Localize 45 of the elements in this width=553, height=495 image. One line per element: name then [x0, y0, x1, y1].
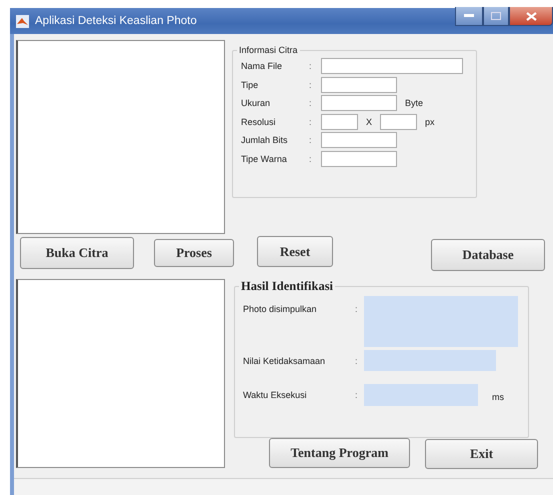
colon: : — [355, 390, 359, 400]
close-icon — [526, 12, 536, 20]
field-label: Nilai Ketidaksamaan — [243, 356, 326, 366]
field-label: Tipe Warna — [241, 154, 288, 164]
field-label: Ukuran — [241, 98, 272, 108]
action-button[interactable]: Proses — [154, 239, 234, 267]
input-field[interactable] — [321, 58, 463, 74]
action-button[interactable]: Database — [431, 239, 545, 271]
field-label: Nama File — [241, 61, 284, 72]
action-button[interactable]: Reset — [257, 236, 333, 267]
field-label: Tipe — [241, 80, 260, 90]
action-button[interactable]: Exit — [425, 439, 538, 469]
input-field[interactable] — [380, 114, 418, 130]
field-label: Jumlah Bits — [241, 135, 289, 146]
colon: : — [309, 135, 313, 146]
input-field[interactable] — [321, 114, 358, 130]
colon: : — [309, 154, 313, 164]
maximize-button[interactable] — [483, 7, 509, 26]
minimize-icon — [464, 14, 474, 18]
field-label: Resolusi — [241, 116, 277, 127]
colon: : — [355, 356, 359, 366]
field-label: Photo disimpulkan — [243, 304, 318, 314]
colon: : — [309, 61, 313, 72]
input-field[interactable] — [321, 150, 397, 167]
input-field[interactable] — [321, 132, 397, 148]
window-title: Aplikasi Deteksi Keaslian Photo — [35, 15, 198, 27]
field-label: Waktu Eksekusi — [243, 390, 308, 400]
unit-label: px — [425, 116, 435, 127]
colon: : — [309, 116, 313, 127]
maximize-icon — [491, 12, 501, 20]
input-field[interactable] — [321, 76, 397, 93]
close-button[interactable] — [509, 7, 553, 26]
colon: : — [309, 98, 313, 108]
action-button[interactable]: Buka Citra — [20, 237, 134, 269]
app-icon — [16, 14, 29, 28]
separator: X — [366, 116, 372, 127]
minimize-button[interactable] — [455, 7, 483, 26]
colon: : — [309, 80, 313, 90]
action-button[interactable]: Tentang Program — [269, 438, 410, 468]
unit-label: Byte — [405, 98, 424, 108]
panel-title: Hasil Identifikasi — [240, 279, 334, 294]
unit-label: ms — [492, 392, 504, 402]
panel-title: Informasi Citra — [238, 45, 299, 55]
colon: : — [355, 304, 359, 314]
input-field[interactable] — [321, 95, 397, 112]
